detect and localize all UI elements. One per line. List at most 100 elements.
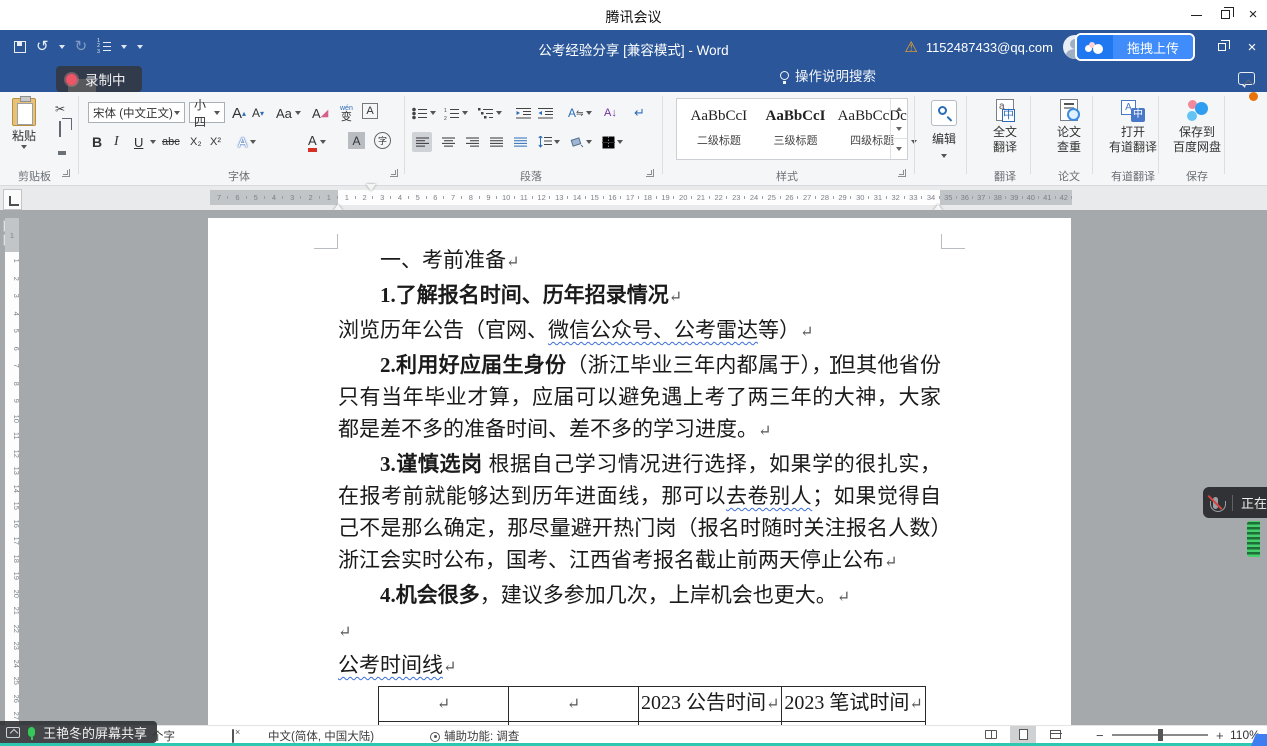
asian-layout-button[interactable]: A⇋ — [568, 103, 592, 123]
zoom-slider[interactable] — [1112, 734, 1208, 736]
shrink-font-button[interactable]: A▾ — [252, 103, 264, 123]
paragraph[interactable]: 4.机会很多，建议多参加几次，上岸机会也更大。↵ — [338, 579, 941, 614]
show-marks-button[interactable]: ↵ — [634, 103, 645, 123]
paragraph-dialog-launcher[interactable] — [646, 169, 654, 177]
style-card[interactable]: AaBbCcI 二级标题 — [684, 103, 754, 159]
enclose-characters-button[interactable]: 字 — [374, 132, 391, 149]
table-cell[interactable]: 2023 笔试时间↵ — [782, 687, 925, 722]
horizontal-ruler[interactable]: 7654321 12345678910111213141516171819202… — [210, 190, 1072, 205]
text-effects-button[interactable]: A — [238, 132, 256, 152]
font-color-button[interactable]: A — [308, 132, 326, 152]
distribute-button[interactable] — [510, 132, 530, 152]
underline-dropdown-icon[interactable] — [150, 140, 156, 144]
paragraph[interactable]: 一、考前准备↵ — [338, 244, 941, 279]
screen-share-badge[interactable]: 王艳冬的屏幕共享 — [0, 721, 157, 743]
styles-dialog-launcher[interactable] — [898, 169, 906, 177]
grow-font-button[interactable]: A▴ — [232, 103, 246, 123]
phonetic-guide-button[interactable]: wén变 — [340, 103, 353, 123]
meeting-close-button[interactable]: × — [1245, 8, 1261, 22]
collapse-ribbon-icon[interactable] — [1245, 78, 1255, 85]
ribbon-tab[interactable] — [292, 79, 320, 92]
meeting-minimize-button[interactable] — [1189, 8, 1205, 22]
document-table[interactable]: ↵↵2023 公告时间↵2023 笔试时间↵1.国考↵↵22.10.24↵↵ — [378, 686, 926, 725]
table-cell[interactable]: ↵ — [509, 687, 639, 722]
ribbon-tab[interactable] — [320, 79, 348, 92]
character-border-button[interactable]: A — [362, 103, 378, 119]
bullets-button[interactable] — [412, 103, 436, 123]
table-cell[interactable]: ↵ — [379, 687, 509, 722]
table-cell[interactable]: 2023 公告时间↵ — [639, 687, 782, 722]
paragraph[interactable]: ↵ — [338, 614, 941, 649]
ribbon-tab[interactable] — [180, 79, 208, 92]
document-text[interactable]: 一、考前准备↵1.了解报名时间、历年招录情况↵浏览历年公告（官网、微信公众号、公… — [338, 244, 941, 725]
drag-upload-button[interactable]: 拖拽上传 — [1113, 35, 1193, 59]
styles-scroll-down-icon[interactable] — [891, 119, 907, 139]
subscript-button[interactable]: X₂ — [190, 132, 202, 152]
edit-group-button[interactable]: 编辑 — [924, 100, 964, 161]
borders-button[interactable] — [602, 132, 623, 152]
ribbon-tab[interactable] — [208, 79, 236, 92]
paragraph[interactable]: 浏览历年公告（官网、微信公众号、公考雷达等）↵ — [338, 314, 941, 349]
italic-button[interactable]: I — [114, 132, 119, 152]
underline-button[interactable]: U — [134, 132, 143, 152]
baidu-upload-widget[interactable]: 拖拽上传 — [1075, 33, 1195, 61]
paragraph[interactable]: 3.谨慎选岗 根据自己学习情况进行选择，如果学的很扎实，在报考前就能够达到历年进… — [338, 448, 941, 579]
word-restore-button[interactable] — [1207, 30, 1237, 64]
paste-dropdown-icon[interactable] — [21, 145, 27, 149]
increase-indent-button[interactable] — [538, 103, 553, 123]
clear-formatting-button[interactable]: A◢ — [312, 103, 328, 123]
ribbon-tab[interactable] — [264, 79, 292, 92]
superscript-button[interactable]: X² — [210, 132, 221, 152]
ribbon-tab[interactable] — [236, 79, 264, 92]
meeting-mic-overlay[interactable]: 正在 — [1203, 487, 1267, 518]
spellcheck-icon[interactable] — [232, 730, 234, 742]
font-name-combo[interactable]: 宋体 (中文正文) — [88, 102, 185, 123]
align-left-button[interactable] — [412, 132, 432, 152]
ribbon-tab[interactable] — [152, 79, 180, 92]
style-card[interactable]: AaBbCcI 三级标题 — [761, 103, 831, 159]
read-mode-button[interactable] — [978, 726, 1004, 743]
paste-button[interactable]: 粘贴 — [12, 98, 36, 149]
align-right-button[interactable] — [462, 132, 482, 152]
accessibility-status[interactable]: 辅助功能: 调查 — [430, 728, 519, 744]
font-size-combo[interactable]: 小四 — [189, 102, 225, 123]
account-email[interactable]: 1152487433@qq.com — [926, 40, 1053, 55]
line-spacing-button[interactable] — [538, 132, 560, 152]
page[interactable]: 一、考前准备↵1.了解报名时间、历年招录情况↵浏览历年公告（官网、微信公众号、公… — [208, 218, 1071, 725]
paragraph[interactable]: 1.了解报名时间、历年招录情况↵ — [338, 279, 941, 314]
zoom-out-button[interactable]: − — [1096, 728, 1104, 743]
decrease-indent-button[interactable] — [516, 103, 531, 123]
addin-tool-button[interactable]: 论文 查重 论文 — [1038, 98, 1100, 155]
bold-button[interactable]: B — [92, 132, 102, 152]
addin-tool-button[interactable]: 打开 有道翻译 有道翻译 — [1102, 98, 1164, 155]
paragraph[interactable]: 2.利用好应届生身份（浙江毕业三年内都属于），但其他省份只有当年毕业才算，应届可… — [338, 349, 941, 448]
sort-button[interactable]: A↓ — [604, 103, 617, 123]
align-center-button[interactable] — [438, 132, 458, 152]
print-layout-button[interactable] — [1010, 726, 1036, 743]
tab-selector[interactable] — [3, 189, 22, 210]
styles-more-icon[interactable] — [891, 138, 907, 159]
web-layout-button[interactable] — [1042, 726, 1068, 743]
numbering-button[interactable]: 12 — [444, 103, 468, 123]
language-status[interactable]: 中文(简体, 中国大陆) — [268, 728, 374, 744]
font-dialog-launcher[interactable] — [390, 169, 398, 177]
character-shading-button[interactable]: A — [348, 132, 365, 149]
cut-icon[interactable]: ✂ — [52, 102, 68, 116]
word-close-button[interactable]: × — [1237, 30, 1267, 64]
copy-icon[interactable] — [52, 122, 68, 136]
styles-scroll-up-icon[interactable] — [891, 99, 907, 119]
format-painter-icon[interactable] — [52, 142, 68, 156]
strikethrough-button[interactable]: abc — [162, 132, 180, 152]
change-case-button[interactable]: Aa — [276, 103, 301, 123]
meeting-restore-button[interactable] — [1217, 8, 1233, 22]
tellme-search[interactable]: 操作说明搜索 — [770, 59, 886, 92]
justify-button[interactable] — [486, 132, 506, 152]
clipboard-dialog-launcher[interactable] — [62, 169, 70, 177]
zoom-slider-thumb[interactable] — [1158, 729, 1163, 741]
vertical-ruler[interactable]: 1 12345678910111213141516171819202122232… — [5, 210, 19, 725]
first-line-indent-marker[interactable] — [366, 184, 376, 191]
zoom-in-button[interactable]: + — [1216, 728, 1224, 743]
ribbon-tab[interactable] — [348, 79, 376, 92]
shading-button[interactable] — [570, 132, 592, 152]
addin-tool-button[interactable]: 保存到 百度网盘 保存 — [1166, 98, 1228, 155]
